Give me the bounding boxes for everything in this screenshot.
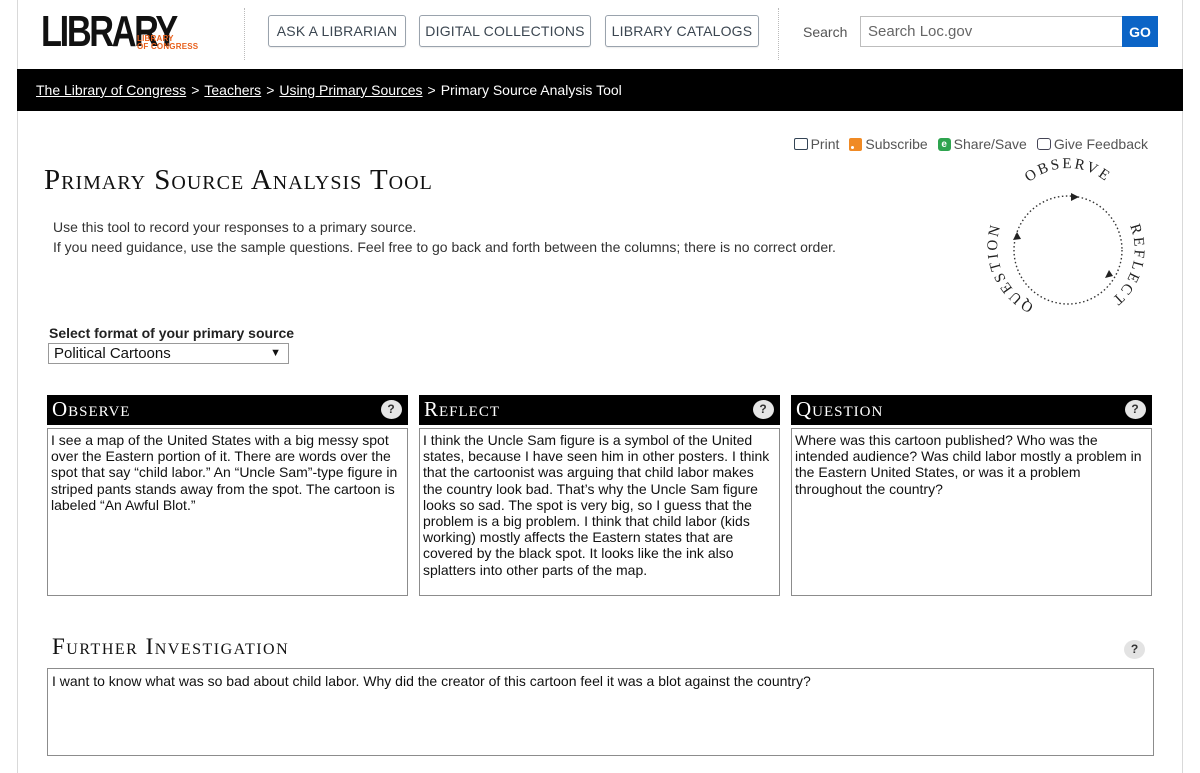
ask-a-librarian-button[interactable]: ASK A LIBRARIAN — [268, 15, 406, 47]
share-save-link[interactable]: e Share/Save — [937, 136, 1027, 152]
format-select[interactable]: Political Cartoons ▼ — [48, 343, 289, 364]
logo-subtitle: LIBRARY OF CONGRESS — [137, 34, 199, 51]
breadcrumb-current: Primary Source Analysis Tool — [440, 82, 622, 98]
cycle-label-reflect: REFLECT — [1107, 222, 1146, 309]
arrow-icon — [1013, 232, 1021, 240]
question-textarea[interactable]: Where was this cartoon published? Who wa… — [791, 428, 1152, 596]
loc-logo[interactable]: LIBRARY LIBRARY OF CONGRESS — [41, 10, 201, 56]
reflect-column: Reflect ? I think the Uncle Sam figure i… — [419, 395, 780, 596]
header-divider — [244, 8, 245, 60]
search-label: Search — [803, 24, 848, 40]
print-link[interactable]: Print — [793, 136, 839, 152]
arrow-icon — [1105, 270, 1113, 278]
dropdown-arrow-icon: ▼ — [270, 347, 281, 359]
speech-bubble-icon — [1036, 138, 1051, 150]
observe-reflect-question-cycle: OBSERVE REFLECT QUESTION — [985, 158, 1146, 315]
page-tools: Print Subscribe e Share/Save Give Feedba… — [793, 136, 1148, 152]
library-catalogs-button[interactable]: LIBRARY CATALOGS — [605, 15, 759, 47]
share-icon: e — [937, 137, 951, 151]
question-header: Question ? — [791, 395, 1152, 425]
intro-text: Use this tool to record your responses t… — [53, 219, 836, 255]
header-divider — [778, 8, 779, 60]
format-label: Select format of your primary source — [49, 325, 295, 341]
format-selected-value: Political Cartoons — [54, 345, 171, 362]
help-icon[interactable]: ? — [381, 400, 402, 419]
breadcrumb: The Library of Congress > Teachers > Usi… — [17, 69, 1183, 111]
further-investigation-title: Further Investigation — [52, 634, 290, 659]
help-icon[interactable]: ? — [1125, 400, 1146, 419]
reflect-textarea[interactable]: I think the Uncle Sam figure is a symbol… — [419, 428, 780, 596]
rss-icon — [849, 137, 863, 151]
digital-collections-button[interactable]: DIGITAL COLLECTIONS — [419, 15, 591, 47]
observe-column: Observe ? I see a map of the United Stat… — [47, 395, 408, 596]
subscribe-link[interactable]: Subscribe — [849, 136, 928, 152]
give-feedback-link[interactable]: Give Feedback — [1036, 136, 1148, 152]
observe-textarea[interactable]: I see a map of the United States with a … — [47, 428, 408, 596]
question-column: Question ? Where was this cartoon publis… — [791, 395, 1152, 596]
help-icon[interactable]: ? — [753, 400, 774, 419]
help-icon[interactable]: ? — [1124, 640, 1145, 659]
further-investigation-textarea[interactable]: I want to know what was so bad about chi… — [47, 668, 1154, 756]
search-input[interactable] — [860, 16, 1123, 47]
cycle-ring — [1013, 195, 1123, 305]
reflect-header: Reflect ? — [419, 395, 780, 425]
arrow-icon — [1071, 193, 1079, 201]
breadcrumb-link-loc[interactable]: The Library of Congress — [36, 82, 186, 98]
printer-icon — [793, 138, 808, 150]
breadcrumb-link-teachers[interactable]: Teachers — [204, 82, 261, 98]
search-go-button[interactable]: GO — [1122, 16, 1158, 47]
cycle-label-question: QUESTION — [985, 221, 1036, 315]
page-title: Primary Source Analysis Tool — [44, 164, 433, 196]
observe-header: Observe ? — [47, 395, 408, 425]
breadcrumb-link-primary-sources[interactable]: Using Primary Sources — [279, 82, 422, 98]
cycle-label-observe: OBSERVE — [1022, 158, 1114, 186]
